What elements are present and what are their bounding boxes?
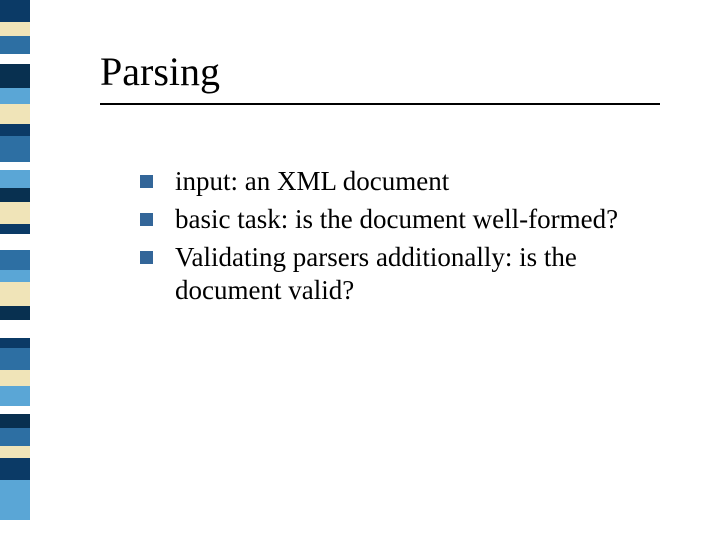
stripe-segment xyxy=(0,386,30,406)
stripe-segment xyxy=(0,282,30,306)
bullet-list: input: an XML document basic task: is th… xyxy=(140,165,640,308)
stripe-segment xyxy=(0,480,30,520)
stripe-segment xyxy=(0,104,30,124)
stripe-segment xyxy=(0,202,30,224)
stripe-segment xyxy=(0,224,30,234)
stripe-segment xyxy=(0,306,30,320)
decorative-left-stripe xyxy=(0,0,30,540)
stripe-segment xyxy=(0,88,30,104)
stripe-segment xyxy=(0,54,30,64)
square-bullet-icon xyxy=(140,251,153,264)
stripe-segment xyxy=(0,234,30,250)
stripe-segment xyxy=(0,370,30,386)
stripe-segment xyxy=(0,414,30,428)
stripe-segment xyxy=(0,458,30,480)
stripe-segment xyxy=(0,136,30,162)
list-item: Validating parsers additionally: is the … xyxy=(140,241,640,309)
slide-content: Parsing input: an XML document basic tas… xyxy=(100,48,680,312)
stripe-segment xyxy=(0,446,30,458)
stripe-segment xyxy=(0,170,30,188)
bullet-text: input: an XML document xyxy=(175,165,449,199)
stripe-segment xyxy=(0,22,30,36)
square-bullet-icon xyxy=(140,213,153,226)
stripe-segment xyxy=(0,348,30,370)
stripe-segment xyxy=(0,36,30,54)
stripe-segment xyxy=(0,270,30,282)
list-item: input: an XML document xyxy=(140,165,640,199)
stripe-segment xyxy=(0,0,30,22)
slide-title: Parsing xyxy=(100,48,680,95)
bullet-text: Validating parsers additionally: is the … xyxy=(175,241,640,309)
list-item: basic task: is the document well-formed? xyxy=(140,203,640,237)
title-underline xyxy=(100,103,660,105)
stripe-segment xyxy=(0,64,30,88)
stripe-segment xyxy=(0,406,30,414)
stripe-segment xyxy=(0,338,30,348)
stripe-segment xyxy=(0,428,30,446)
stripe-segment xyxy=(0,250,30,270)
stripe-segment xyxy=(0,124,30,136)
stripe-segment xyxy=(0,188,30,202)
stripe-segment xyxy=(0,320,30,338)
square-bullet-icon xyxy=(140,175,153,188)
stripe-segment xyxy=(0,162,30,170)
bullet-text: basic task: is the document well-formed? xyxy=(175,203,618,237)
